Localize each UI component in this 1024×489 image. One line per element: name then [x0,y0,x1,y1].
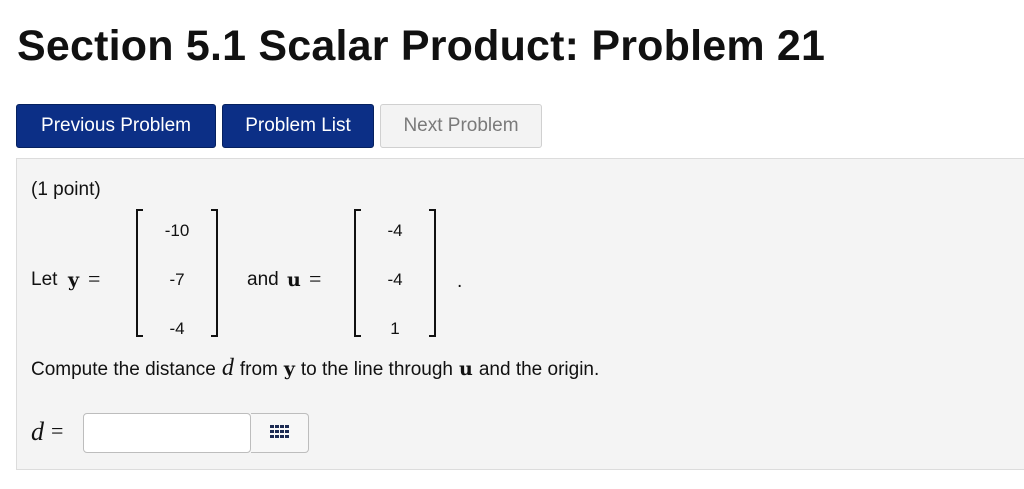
question-part-3: to the line through [300,359,454,380]
page-title: Section 5.1 Scalar Product: Problem 21 [17,22,826,70]
d-symbol: d [221,355,234,381]
answer-input[interactable] [83,413,251,453]
next-problem-button[interactable]: Next Problem [380,104,542,148]
vector-u-matrix: -4 -4 1 [347,207,443,339]
equals-sign: = [88,266,101,291]
and-label: and [247,269,279,290]
problem-list-button[interactable]: Problem List [222,104,374,148]
vector-y-entry-2: -7 [169,270,185,289]
let-label: Let [31,269,58,290]
vector-y-entry-3: -4 [169,319,185,338]
period: . [457,271,463,292]
u-symbol: u [287,269,301,291]
vector-y-entry-1: -10 [164,221,190,240]
vector-u-entry-2: -4 [387,270,403,289]
problem-panel: (1 point) Let y = -10 -7 -4 and u = -4 -… [16,158,1024,470]
question-part-2: from [239,359,278,380]
d-symbol: d [31,417,44,446]
y-symbol: y [283,358,295,380]
question-part-4: and the origin. [478,359,600,380]
points-label: (1 point) [31,179,101,200]
previous-problem-button[interactable]: Previous Problem [16,104,216,148]
u-symbol: u [459,358,473,380]
math-keypad-button[interactable] [251,413,309,453]
keypad-grid-icon [269,425,289,438]
vector-u-entry-1: -4 [387,221,403,240]
y-symbol: y [68,269,80,291]
equals-sign: = [51,418,64,443]
vector-y-matrix: -10 -7 -4 [129,207,225,339]
equals-sign: = [309,266,322,291]
question-text: Compute the distance d from y to the lin… [31,355,599,382]
vector-u-entry-3: 1 [390,319,400,338]
question-part-1: Compute the distance [31,359,216,380]
